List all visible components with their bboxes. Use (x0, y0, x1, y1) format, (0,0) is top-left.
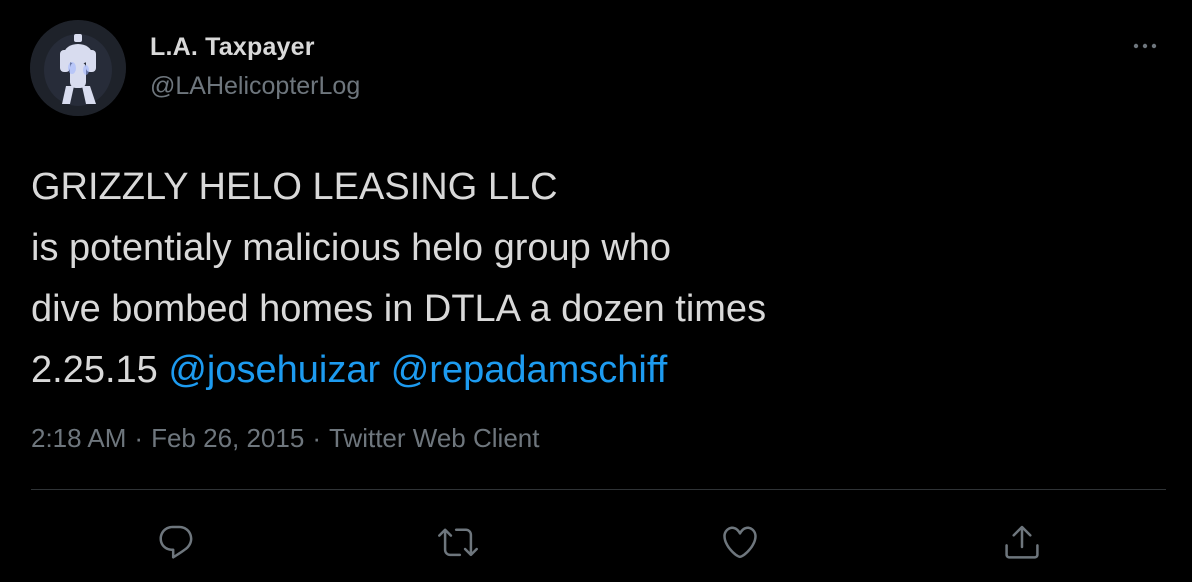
display-name[interactable]: L.A. Taxpayer (150, 33, 315, 62)
tweet-date-text: 2.25.15 (31, 349, 158, 391)
heart-icon (723, 526, 757, 559)
helicopter-dog-avatar-icon (30, 20, 126, 116)
reply-button[interactable] (154, 520, 198, 564)
retweet-button[interactable] (436, 520, 480, 564)
tweet-date[interactable]: Feb 26, 2015 (151, 423, 304, 453)
meta-separator: · (312, 423, 321, 453)
tweet-line: GRIZZLY HELO LEASING LLC (31, 166, 558, 208)
mention-link[interactable]: @repadamschiff (391, 349, 668, 391)
tweet-card: L.A. Taxpayer @LAHelicopterLog GRIZZLY H… (0, 0, 1192, 582)
tweet-time[interactable]: 2:18 AM (31, 423, 126, 453)
share-button[interactable] (1000, 520, 1044, 564)
mention-link[interactable]: @josehuizar (168, 349, 380, 391)
tweet-line: is potentialy malicious helo group who (31, 227, 672, 269)
reply-icon (159, 525, 193, 559)
tweet-meta: 2:18 AM · Feb 26, 2015 · Twitter Web Client (31, 423, 539, 454)
tweet-line: dive bombed homes in DTLA a dozen times (31, 288, 767, 330)
tweet-text: GRIZZLY HELO LEASING LLC is potentialy m… (31, 157, 1151, 401)
like-button[interactable] (718, 520, 762, 564)
meta-separator: · (134, 423, 144, 453)
tweet-line-last: 2.25.15 @josehuizar @repadamschiff (31, 340, 1151, 401)
share-icon (1005, 525, 1039, 559)
more-icon[interactable] (1128, 36, 1168, 56)
avatar[interactable] (30, 20, 126, 116)
retweet-icon (438, 528, 478, 557)
user-handle[interactable]: @LAHelicopterLog (150, 72, 360, 101)
divider (31, 489, 1166, 490)
tweet-client[interactable]: Twitter Web Client (329, 423, 539, 453)
